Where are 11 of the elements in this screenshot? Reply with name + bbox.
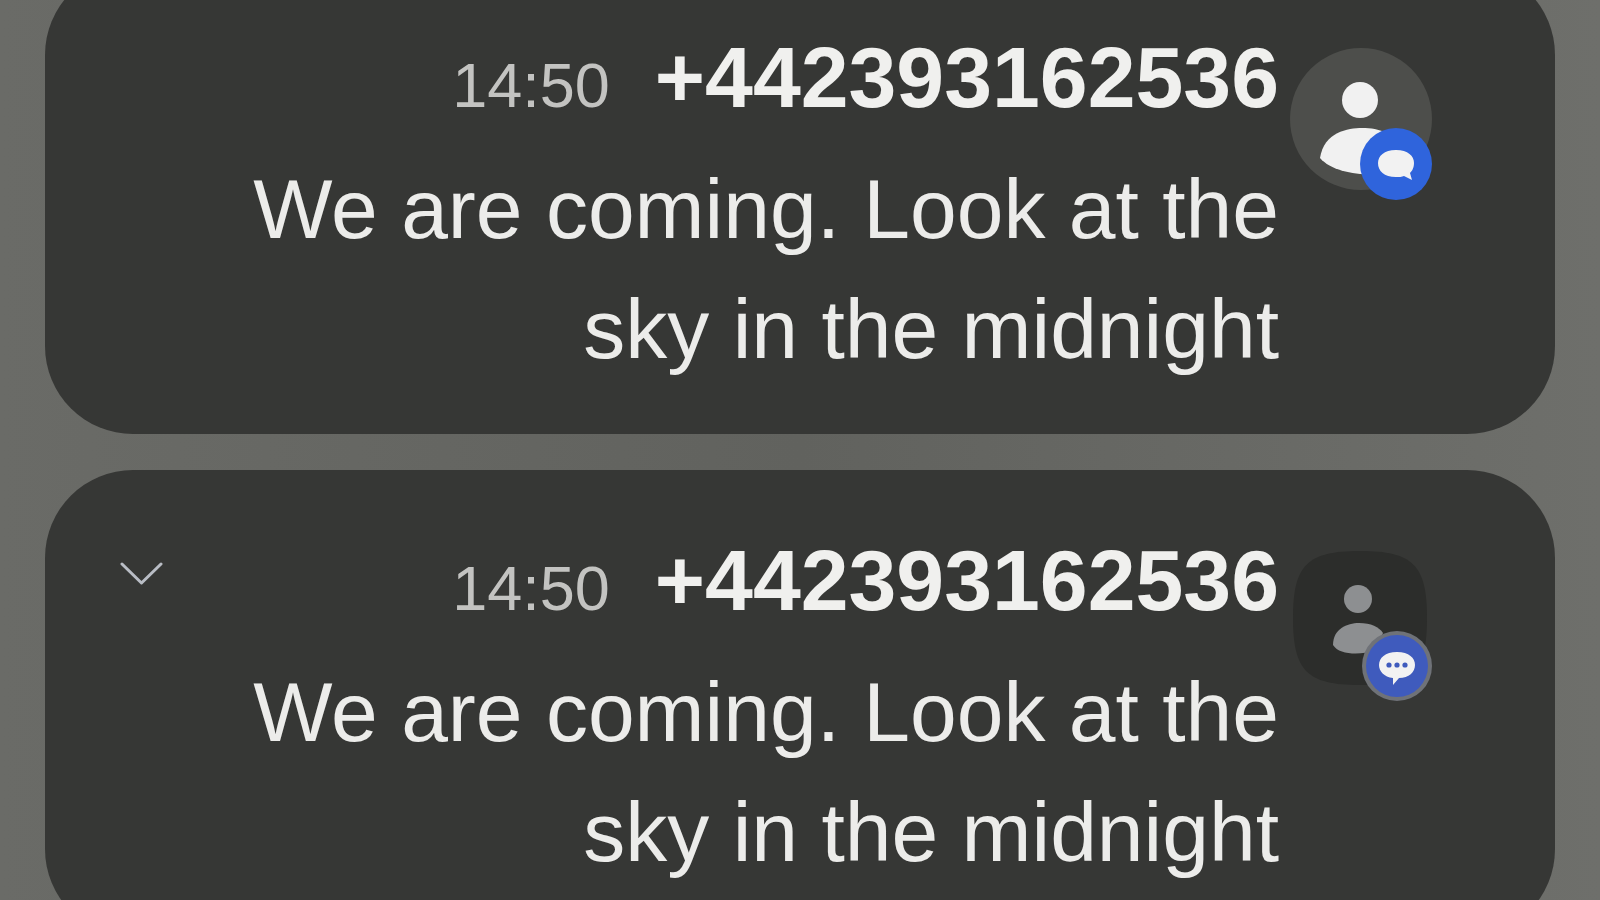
message-text: We are coming. Look at the sky in the midnight [252,161,1279,378]
notification-time: 14:50 [452,54,610,117]
notification-card[interactable]: 14:50 +442393162536 We are coming. Look at the sky in the midnight [45,0,1555,434]
chat-badge-icon [1362,631,1432,701]
message-text: We are coming. Look at the sky in the midnight [252,664,1279,881]
sender-number: +442393162536 [654,537,1279,623]
notification-card[interactable]: 14:50 +442393162536 We are coming. Look at the sky in the midnight [45,470,1555,900]
notification-time: 14:50 [452,557,610,620]
chat-badge-icon [1360,128,1432,200]
sender-number: +442393162536 [654,34,1279,120]
chevron-down-icon[interactable] [120,562,163,585]
